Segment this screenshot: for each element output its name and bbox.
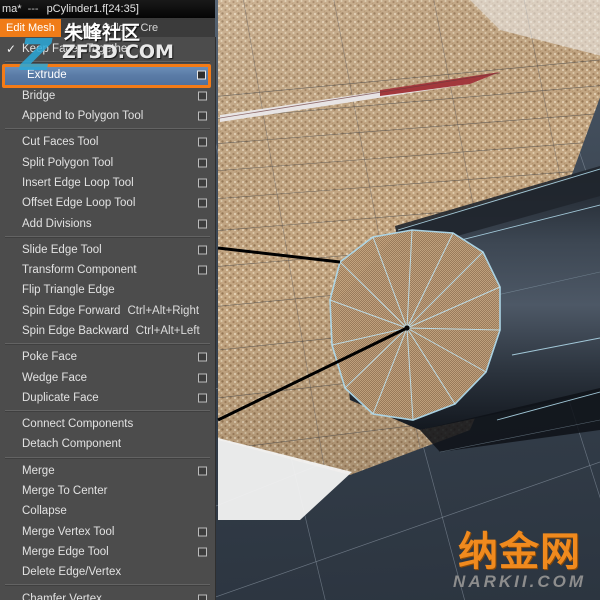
menubar-item-color[interactable]: Color — [96, 19, 134, 37]
menu-item-collapse[interactable]: Collapse — [0, 501, 215, 521]
menu-item-label: Add Divisions — [22, 217, 92, 230]
check-icon: ✓ — [6, 42, 17, 57]
menu-item-label: Cut Faces Tool — [22, 136, 99, 149]
menu-item-label: Slide Edge Tool — [22, 243, 102, 256]
menu-item-label: Poke Face — [22, 351, 77, 364]
menu-item-label: Keep Faces Together — [22, 43, 132, 56]
menu-item-option-box-icon[interactable] — [198, 111, 207, 121]
menu-item-merge-vertex-tool[interactable]: Merge Vertex Tool — [0, 522, 215, 542]
menu-item-option-box-icon[interactable] — [198, 547, 207, 557]
menu-item-option-box-icon[interactable] — [198, 178, 207, 188]
menu-item-merge-to-center[interactable]: Merge To Center — [0, 481, 215, 501]
menu-item-option-box-icon[interactable] — [198, 466, 207, 476]
menu-item-label: Extrude — [27, 69, 67, 82]
menu-item-label: Merge — [22, 464, 55, 477]
menu-item-merge-edge-tool[interactable]: Merge Edge Tool — [0, 542, 215, 562]
edit-mesh-dropdown-menu[interactable]: ✓ Keep Faces Together Extrude Bridge Append … — [0, 37, 216, 600]
menu-item-label: Detach Component — [22, 438, 122, 451]
menu-item-label: Offset Edge Loop Tool — [22, 197, 136, 210]
menu-item-slide-edge-tool[interactable]: Slide Edge Tool — [0, 240, 215, 260]
menu-item-transform-component[interactable]: Transform Component — [0, 260, 215, 280]
menu-item-label: Insert Edge Loop Tool — [22, 176, 134, 189]
menubar-item-create-uvs[interactable]: Cre — [134, 19, 164, 37]
menu-item-label: Spin Edge Forward — [22, 304, 121, 317]
menu-item-hotkey: Ctrl+Alt+Right — [127, 304, 200, 317]
menu-item-spin-edge-forward[interactable]: Spin Edge Forward Ctrl+Alt+Right — [0, 301, 215, 321]
menu-item-label: Spin Edge Backward — [22, 325, 129, 337]
menu-separator — [5, 410, 210, 413]
menu-item-label: Duplicate Face — [22, 391, 99, 404]
menu-separator — [5, 128, 210, 131]
menu-item-label: Collapse — [22, 505, 67, 518]
menu-item-option-box-icon[interactable] — [198, 137, 207, 147]
menu-item-cut-faces-tool[interactable]: Cut Faces Tool — [0, 132, 215, 152]
menu-item-label: Connect Components — [22, 418, 134, 431]
menu-item-option-box-icon[interactable] — [198, 393, 207, 403]
menu-item-spin-edge-backward[interactable]: Spin Edge Backward Ctrl+Alt+Left — [0, 321, 215, 341]
menu-item-insert-edge-loop-tool[interactable]: Insert Edge Loop Tool — [0, 173, 215, 193]
menu-item-keep-faces-together[interactable]: ✓ Keep Faces Together — [0, 39, 215, 59]
menu-item-chamfer-vertex[interactable]: Chamfer Vertex — [0, 588, 215, 600]
menu-separator — [5, 343, 210, 346]
menu-item-label: Split Polygon Tool — [22, 156, 114, 169]
menu-separator — [5, 584, 210, 587]
menu-item-duplicate-face[interactable]: Duplicate Face — [0, 388, 215, 408]
menu-item-split-polygon-tool[interactable]: Split Polygon Tool — [0, 152, 215, 172]
menu-item-label: Chamfer Vertex — [22, 592, 102, 600]
menu-item-merge[interactable]: Merge — [0, 461, 215, 481]
menu-item-extrude[interactable]: Extrude — [5, 65, 210, 86]
menu-item-label: Flip Triangle Edge — [22, 284, 115, 297]
menu-item-add-divisions[interactable]: Add Divisions — [0, 213, 215, 233]
menubar-item-edit-mesh[interactable]: Edit Mesh — [0, 18, 61, 37]
menu-separator — [5, 456, 210, 459]
menu-item-label: Wedge Face — [22, 371, 87, 384]
menu-item-option-box-icon[interactable] — [198, 265, 207, 275]
window-title-bar: ma* --- pCylinder1.f[24:35] — [0, 0, 215, 18]
menu-separator — [5, 235, 210, 238]
title-separator: --- — [27, 3, 39, 15]
menu-item-delete-edge-vertex[interactable]: Delete Edge/Vertex — [0, 562, 215, 582]
menu-item-hotkey: Ctrl+Alt+Left — [135, 325, 200, 337]
menu-bar[interactable]: Edit Mesh mals Color Cre — [0, 18, 215, 37]
menu-item-option-box-icon[interactable] — [197, 70, 206, 80]
menu-item-option-box-icon[interactable] — [198, 198, 207, 208]
menu-item-append-to-polygon-tool[interactable]: Append to Polygon Tool — [0, 106, 215, 126]
menu-item-label: Transform Component — [22, 264, 137, 277]
menu-item-option-box-icon[interactable] — [198, 219, 207, 229]
title-prefix: ma* — [2, 3, 22, 15]
menu-item-wedge-face[interactable]: Wedge Face — [0, 367, 215, 387]
menu-item-connect-components[interactable]: Connect Components — [0, 414, 215, 434]
menu-item-label: Merge Edge Tool — [22, 545, 109, 558]
menu-item-option-box-icon[interactable] — [198, 158, 207, 168]
menu-item-option-box-icon[interactable] — [198, 352, 207, 362]
menu-item-label: Merge To Center — [22, 485, 108, 498]
menu-item-detach-component[interactable]: Detach Component — [0, 434, 215, 454]
menu-item-offset-edge-loop-tool[interactable]: Offset Edge Loop Tool — [0, 193, 215, 213]
menu-item-option-box-icon[interactable] — [198, 594, 207, 600]
menu-item-label: Merge Vertex Tool — [22, 525, 115, 538]
menu-item-bridge[interactable]: Bridge — [0, 86, 215, 106]
menu-item-label: Append to Polygon Tool — [22, 110, 144, 123]
menu-item-poke-face[interactable]: Poke Face — [0, 347, 215, 367]
menu-item-flip-triangle-edge[interactable]: Flip Triangle Edge — [0, 280, 215, 300]
menu-item-option-box-icon[interactable] — [198, 527, 207, 537]
menu-item-option-box-icon[interactable] — [198, 373, 207, 383]
title-object-name: pCylinder1.f[24:35] — [46, 3, 139, 15]
menu-separator — [5, 61, 210, 64]
menu-item-label: Bridge — [22, 89, 56, 102]
maya-application-window: 纳金网 NARKII.COM ma* --- pCylinder1.f[24:3… — [0, 0, 600, 600]
menu-item-option-box-icon[interactable] — [198, 91, 207, 101]
menu-item-option-box-icon[interactable] — [198, 245, 207, 255]
menubar-item-normals[interactable]: mals — [61, 19, 96, 37]
menu-item-label: Delete Edge/Vertex — [22, 566, 122, 579]
